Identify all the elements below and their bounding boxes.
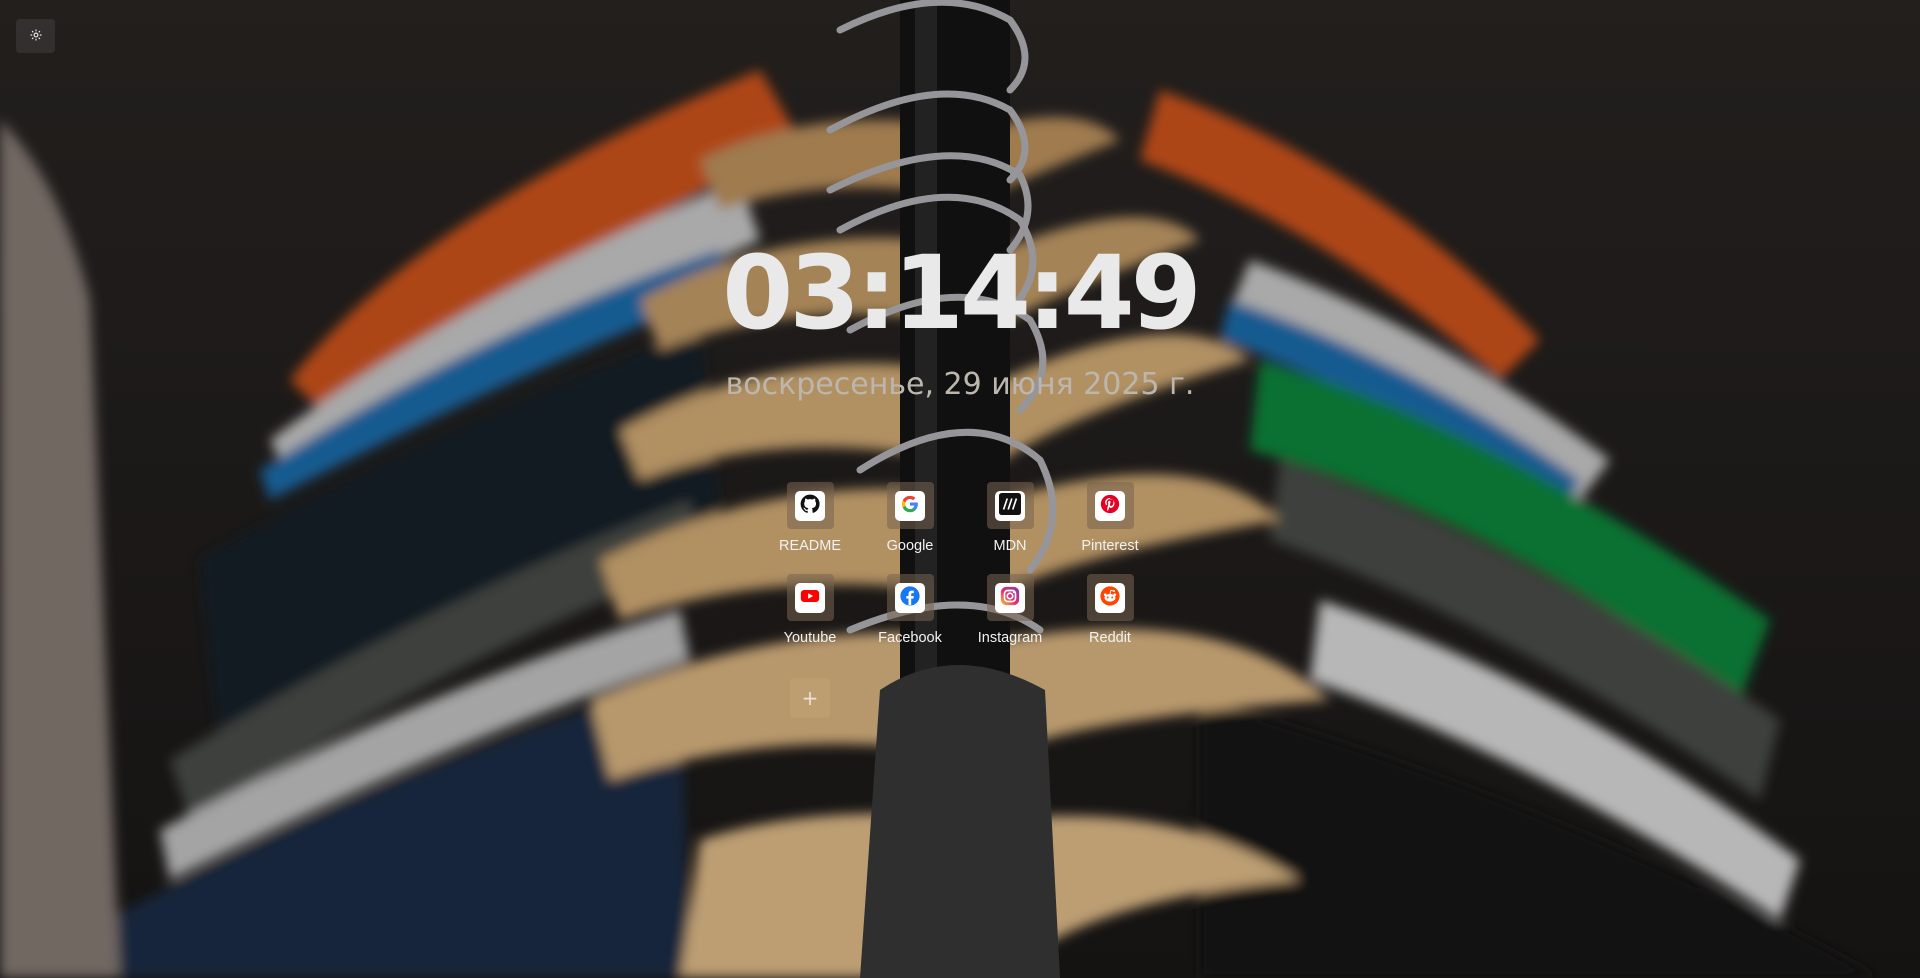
shortcut-pinterest[interactable]: Pinterest [1060,482,1160,555]
shortcut-label: Google [886,538,934,554]
instagram-icon [999,585,1021,611]
shortcut-label: MDN [993,538,1027,554]
shortcut-label: Instagram [977,630,1043,646]
shortcut-reddit[interactable]: Reddit [1060,574,1160,647]
clock-time: 03:14:49 [722,234,1201,353]
shortcut-label: Facebook [878,630,942,646]
google-icon [899,493,921,519]
shortcut-google[interactable]: Google [860,482,960,555]
shortcut-youtube[interactable]: Youtube [760,574,860,647]
gear-icon [29,27,43,46]
shortcut-label: Reddit [1089,630,1131,646]
shortcut-instagram[interactable]: Instagram [960,574,1060,647]
github-icon [799,493,821,519]
shortcut-label: Youtube [783,630,837,646]
facebook-icon [899,585,921,611]
shortcut-label: Pinterest [1081,538,1139,554]
shortcut-readme[interactable]: README [760,482,860,555]
youtube-icon [799,585,821,611]
clock-date: воскресенье, 29 июня 2025 г. [725,367,1195,402]
shortcut-label: README [778,538,842,554]
plus-icon: + [801,686,819,710]
add-shortcut-button[interactable]: + [790,678,830,718]
shortcut-mdn[interactable]: MDN [960,482,1060,555]
settings-button[interactable] [16,19,55,53]
pinterest-icon [1099,493,1121,519]
mdn-icon [999,492,1021,519]
shortcut-facebook[interactable]: Facebook [860,574,960,647]
reddit-icon [1099,585,1121,611]
